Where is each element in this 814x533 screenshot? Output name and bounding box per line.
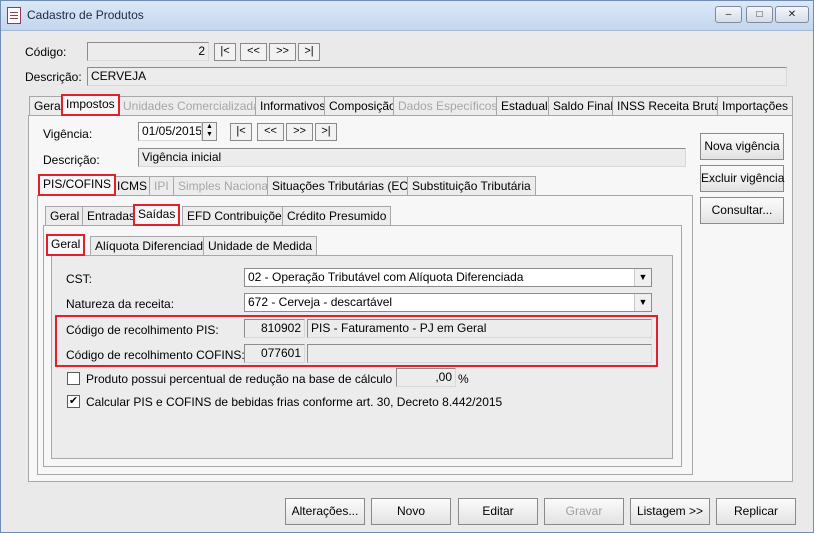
- tab-ipi[interactable]: IPI: [149, 176, 174, 196]
- tab-importacoes[interactable]: Importações: [717, 96, 794, 116]
- pis-recolhimento-label: Código de recolhimento PIS:: [66, 323, 219, 337]
- cst-label: CST:: [66, 272, 93, 286]
- excluir-vigencia-button[interactable]: Excluir vigência: [700, 165, 784, 192]
- cofins-code-field[interactable]: 077601: [244, 344, 305, 363]
- gravar-button[interactable]: Gravar: [544, 498, 624, 525]
- app-document-icon: [7, 7, 21, 24]
- tab-situacoes-tributarias[interactable]: Situações Tributárias (ECF): [267, 176, 425, 196]
- minimize-button[interactable]: –: [715, 6, 742, 23]
- natureza-value: 672 - Cerveja - descartável: [248, 295, 393, 309]
- pis-code-field[interactable]: 810902: [244, 319, 305, 338]
- cofins-description-field: [307, 344, 652, 363]
- tab-efd-contribuicoes[interactable]: EFD Contribuições: [182, 206, 293, 226]
- tab-icms[interactable]: ICMS: [112, 176, 152, 196]
- vigencia-next-button[interactable]: >>: [286, 123, 313, 141]
- vigencia-spin[interactable]: ▲ ▼: [202, 122, 217, 141]
- nova-vigencia-button[interactable]: Nova vigência: [700, 133, 784, 160]
- vigencia-date-field[interactable]: 01/05/2015: [138, 122, 202, 141]
- codigo-prev-button[interactable]: <<: [240, 43, 267, 61]
- chevron-down-icon[interactable]: ▼: [634, 294, 651, 311]
- tab-substituicao-tributaria[interactable]: Substituição Tributária: [407, 176, 536, 196]
- tab-pis-cofins[interactable]: PIS/COFINS: [38, 174, 117, 196]
- close-icon: ✕: [787, 9, 797, 20]
- tab-composicao[interactable]: Composição: [324, 96, 401, 116]
- vigencia-descricao-field[interactable]: Vigência inicial: [138, 148, 686, 167]
- tab-unidade-de-medida[interactable]: Unidade de Medida: [203, 236, 318, 256]
- descricao-field[interactable]: CERVEJA: [87, 67, 787, 86]
- pis-description-field: PIS - Faturamento - PJ em Geral: [307, 319, 652, 338]
- title-bar[interactable]: Cadastro de Produtos – □ ✕: [1, 1, 813, 31]
- reducao-label: Produto possui percentual de redução na …: [86, 372, 413, 386]
- tab-simples-nacional[interactable]: Simples Nacional: [173, 176, 276, 196]
- editar-button[interactable]: Editar: [458, 498, 538, 525]
- tab-pis-geral[interactable]: Geral: [45, 206, 85, 226]
- tab-entradas[interactable]: Entradas: [82, 206, 141, 226]
- tab-aliquota-diferenciada[interactable]: Alíquota Diferenciada: [90, 236, 215, 256]
- chevron-down-icon[interactable]: ▼: [634, 269, 651, 286]
- tab-unidades-comercializadas[interactable]: Unidades Comercializadas: [118, 96, 271, 116]
- codigo-first-button[interactable]: |<: [214, 43, 236, 61]
- close-button[interactable]: ✕: [775, 6, 809, 23]
- vigencia-prev-button[interactable]: <<: [257, 123, 284, 141]
- vigencia-first-button[interactable]: |<: [230, 123, 252, 141]
- vigencia-label: Vigência:: [43, 127, 93, 141]
- tab-inss-receita-bruta[interactable]: INSS Receita Bruta: [612, 96, 727, 116]
- vigencia-last-button[interactable]: >|: [315, 123, 337, 141]
- replicar-button[interactable]: Replicar: [716, 498, 796, 525]
- window: Cadastro de Produtos – □ ✕ Código: 2 |< …: [0, 0, 814, 533]
- natureza-select[interactable]: 672 - Cerveja - descartável ▼: [244, 293, 652, 312]
- consultar-button[interactable]: Consultar...: [700, 197, 784, 224]
- cofins-recolhimento-label: Código de recolhimento COFINS:: [66, 348, 245, 362]
- tab-credito-presumido[interactable]: Crédito Presumido: [282, 206, 392, 226]
- cst-select[interactable]: 02 - Operação Tributável com Alíquota Di…: [244, 268, 652, 287]
- alteracoes-button[interactable]: Alterações...: [285, 498, 365, 525]
- tab-impostos[interactable]: Impostos: [61, 94, 120, 116]
- spin-down-icon[interactable]: ▼: [203, 131, 216, 139]
- reducao-checkbox[interactable]: [67, 372, 80, 385]
- tab-saidas-geral[interactable]: Geral: [46, 234, 86, 256]
- codigo-label: Código:: [25, 45, 67, 59]
- cst-value: 02 - Operação Tributável com Alíquota Di…: [248, 270, 524, 284]
- reducao-percent-field[interactable]: ,00: [396, 368, 456, 387]
- tab-saldo-final[interactable]: Saldo Final: [548, 96, 619, 116]
- maximize-button[interactable]: □: [746, 6, 773, 23]
- vigencia-descricao-label: Descrição:: [43, 153, 100, 167]
- listagem-button[interactable]: Listagem >>: [630, 498, 710, 525]
- checkmark-icon: ✔: [68, 395, 79, 407]
- spin-up-icon[interactable]: ▲: [203, 123, 216, 131]
- tab-estadual[interactable]: Estadual: [496, 96, 553, 116]
- codigo-field[interactable]: 2: [87, 42, 209, 61]
- tab-dados-especificos[interactable]: Dados Específicos: [393, 96, 503, 116]
- novo-button[interactable]: Novo: [371, 498, 451, 525]
- percent-unit-label: %: [458, 372, 469, 386]
- codigo-last-button[interactable]: >|: [298, 43, 320, 61]
- natureza-label: Natureza da receita:: [66, 297, 175, 311]
- tab-saidas[interactable]: Saídas: [133, 204, 181, 226]
- tab-informativos[interactable]: Informativos: [255, 96, 331, 116]
- descricao-label: Descrição:: [25, 70, 82, 84]
- bebidas-frias-label: Calcular PIS e COFINS de bebidas frias c…: [86, 395, 503, 409]
- window-title: Cadastro de Produtos: [27, 8, 144, 22]
- maximize-icon: □: [756, 9, 763, 20]
- bebidas-frias-checkbox[interactable]: ✔: [67, 395, 80, 408]
- minimize-icon: –: [725, 9, 732, 20]
- codigo-next-button[interactable]: >>: [269, 43, 296, 61]
